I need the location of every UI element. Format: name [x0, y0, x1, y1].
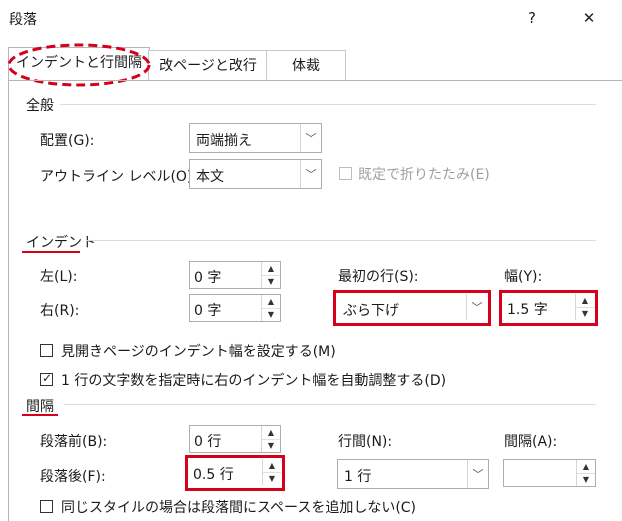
chevron-down-icon: ﹀ — [467, 460, 488, 488]
no-space-same-style-label: 同じスタイルの場合は段落間にスペースを追加しない(C) — [61, 500, 417, 516]
spin-up-icon[interactable]: ▲ — [577, 460, 595, 474]
line-spacing-label: 行間(N): — [338, 434, 393, 450]
space-after-label: 段落後(F): — [40, 469, 106, 485]
spacing-at-spinner[interactable]: ▲ ▼ — [503, 459, 596, 487]
spin-down-icon[interactable]: ▼ — [262, 308, 280, 321]
space-after-spinner[interactable]: 0.5 行 ▲ ▼ — [189, 459, 281, 487]
alignment-select[interactable]: 両端揃え ﹀ — [189, 123, 322, 153]
indent-heading: インデント — [26, 235, 96, 251]
auto-adjust-checkbox[interactable]: ✓ — [40, 371, 53, 386]
help-button[interactable]: ? — [519, 5, 545, 31]
space-before-label: 段落前(B): — [40, 434, 108, 450]
dialog-title: 段落 — [9, 12, 37, 28]
spacing-heading-underline — [22, 414, 58, 416]
spin-down-icon[interactable]: ▼ — [576, 307, 594, 320]
right-indent-label: 右(R): — [40, 303, 80, 319]
spin-down-icon[interactable]: ▼ — [262, 439, 280, 452]
collapsed-default-checkbox[interactable] — [339, 167, 352, 180]
spin-down-icon[interactable]: ▼ — [263, 472, 281, 485]
spacing-divider — [64, 404, 596, 405]
indent-by-label: 幅(Y): — [504, 269, 543, 285]
left-indent-spinner[interactable]: 0 字 ▲ ▼ — [189, 261, 281, 289]
spin-up-icon[interactable]: ▲ — [262, 426, 280, 440]
alignment-label: 配置(G): — [40, 133, 95, 149]
chevron-down-icon: ﹀ — [300, 124, 321, 152]
close-icon: ✕ — [582, 9, 596, 27]
left-indent-label: 左(L): — [40, 269, 78, 285]
auto-adjust-label: 1 行の文字数を指定時に右のインデント幅を自動調整する(D) — [61, 373, 447, 389]
indent-heading-underline — [22, 251, 80, 253]
checkmark-icon: ✓ — [42, 371, 53, 385]
chevron-down-icon: ﹀ — [300, 160, 321, 188]
outline-level-select[interactable]: 本文 ﹀ — [189, 159, 322, 189]
indent-by-spinner[interactable]: 1.5 字 ▲ ▼ — [503, 294, 594, 322]
chevron-down-icon: ﹀ — [466, 294, 487, 320]
general-divider — [60, 104, 596, 105]
indent-divider — [86, 240, 596, 241]
general-heading: 全般 — [26, 98, 54, 114]
spacing-at-label: 間隔(A): — [504, 434, 558, 450]
mirror-indents-label: 見開きページのインデント幅を設定する(M) — [61, 344, 336, 360]
spin-up-icon[interactable]: ▲ — [262, 295, 280, 309]
collapsed-default-label: 既定で折りたたみ(E) — [358, 167, 490, 183]
first-line-label: 最初の行(S): — [338, 269, 419, 285]
close-button[interactable]: ✕ — [576, 5, 602, 31]
tab-line-and-page-breaks[interactable]: 改ページと改行 — [148, 50, 268, 81]
help-icon: ? — [528, 9, 536, 27]
paragraph-dialog: 段落 ? ✕ インデントと行間隔 改ページと改行 体裁 全般 配置(G): 両端… — [0, 0, 622, 521]
spacing-heading: 間隔 — [26, 399, 54, 415]
tab-typography[interactable]: 体裁 — [266, 50, 346, 81]
space-before-spinner[interactable]: 0 行 ▲ ▼ — [189, 425, 281, 453]
no-space-same-style-checkbox[interactable] — [40, 500, 53, 513]
spin-down-icon[interactable]: ▼ — [577, 473, 595, 486]
mirror-indents-checkbox[interactable] — [40, 344, 53, 357]
outline-level-label: アウトライン レベル(O): — [40, 169, 198, 185]
line-spacing-select[interactable]: 1 行 ﹀ — [337, 459, 489, 489]
spin-up-icon[interactable]: ▲ — [263, 459, 281, 473]
first-line-select[interactable]: ぶら下げ ﹀ — [337, 294, 487, 322]
spin-down-icon[interactable]: ▼ — [262, 275, 280, 288]
spin-up-icon[interactable]: ▲ — [576, 294, 594, 308]
spin-up-icon[interactable]: ▲ — [262, 262, 280, 276]
right-indent-spinner[interactable]: 0 字 ▲ ▼ — [189, 294, 281, 322]
